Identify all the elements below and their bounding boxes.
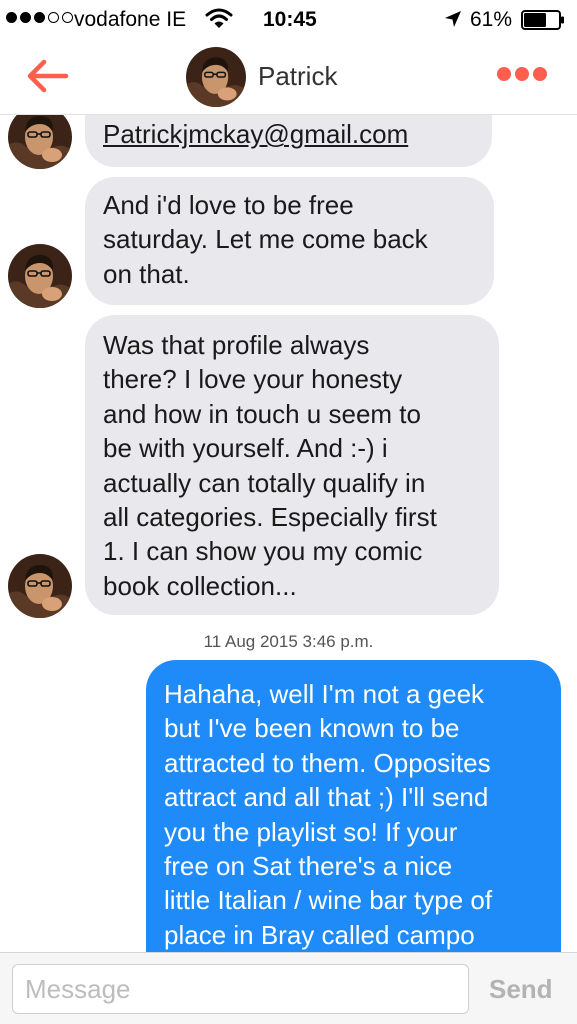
clock: 10:45 bbox=[263, 8, 317, 31]
message-line: Was that profile always bbox=[103, 330, 370, 360]
message-line: you the playlist so! If your bbox=[164, 816, 458, 847]
message-input[interactable] bbox=[12, 964, 469, 1014]
message-line: And i'd love to be free bbox=[103, 190, 354, 220]
sender-avatar bbox=[8, 244, 72, 308]
message-composer: Send bbox=[0, 952, 577, 1024]
status-bar: vodafone IE 10:45 61% bbox=[0, 0, 577, 40]
message-line: actually can totally qualify in bbox=[103, 467, 426, 498]
sender-avatar bbox=[8, 554, 72, 618]
message-line: free on Sat there's a nice bbox=[164, 851, 453, 882]
message-line: Hahaha, well I'm not a geek bbox=[164, 679, 485, 709]
message-bubble-incoming[interactable]: Patrickjmckay@gmail.com bbox=[85, 115, 492, 167]
message-line: attract and all that ;) I'll send bbox=[164, 782, 489, 813]
message-line: saturday. Let me come back bbox=[103, 224, 428, 255]
carrier-name: vodafone IE bbox=[74, 8, 187, 31]
sender-avatar bbox=[8, 115, 72, 169]
contact-name[interactable]: Patrick bbox=[258, 61, 337, 92]
message-line: book collection... bbox=[103, 570, 297, 601]
message-bubble-incoming[interactable]: Was that profile always there? I love yo… bbox=[85, 315, 499, 615]
message-line: place in Bray called campo bbox=[164, 919, 475, 950]
battery-icon bbox=[521, 10, 564, 30]
message-line: on that. bbox=[103, 258, 190, 289]
more-dots-icon[interactable] bbox=[497, 67, 547, 81]
message-line: little Italian / wine bar type of bbox=[164, 885, 493, 916]
message-line: attracted to them. Opposites bbox=[164, 747, 491, 778]
message-timestamp: 11 Aug 2015 3:46 p.m. bbox=[203, 632, 374, 651]
message-line: be with yourself. And :-) i bbox=[103, 433, 388, 464]
email-link[interactable]: Patrickjmckay@gmail.com bbox=[103, 119, 408, 149]
message-bubble-incoming[interactable]: And i'd love to be free saturday. Let me… bbox=[85, 177, 494, 305]
wifi-icon bbox=[205, 8, 233, 28]
signal-strength-icon bbox=[6, 12, 73, 23]
message-line: but I've been known to be bbox=[164, 713, 460, 744]
location-arrow-icon bbox=[445, 11, 461, 27]
chat-header: Patrick bbox=[0, 40, 577, 115]
send-button[interactable]: Send bbox=[489, 974, 553, 1005]
message-line: there? I love your honesty bbox=[103, 364, 403, 395]
back-arrow-icon[interactable] bbox=[24, 56, 70, 96]
message-bubble-outgoing[interactable]: Hahaha, well I'm not a geek but I've bee… bbox=[146, 660, 561, 952]
message-line: 1. I can show you my comic bbox=[103, 536, 423, 567]
message-line: all categories. Especially first bbox=[103, 502, 437, 533]
message-line: and how in touch u seem to bbox=[103, 398, 421, 429]
message-list[interactable]: Patrickjmckay@gmail.com And i'd love to … bbox=[0, 115, 577, 952]
battery-percentage: 61% bbox=[470, 8, 513, 31]
contact-avatar[interactable] bbox=[186, 47, 246, 107]
